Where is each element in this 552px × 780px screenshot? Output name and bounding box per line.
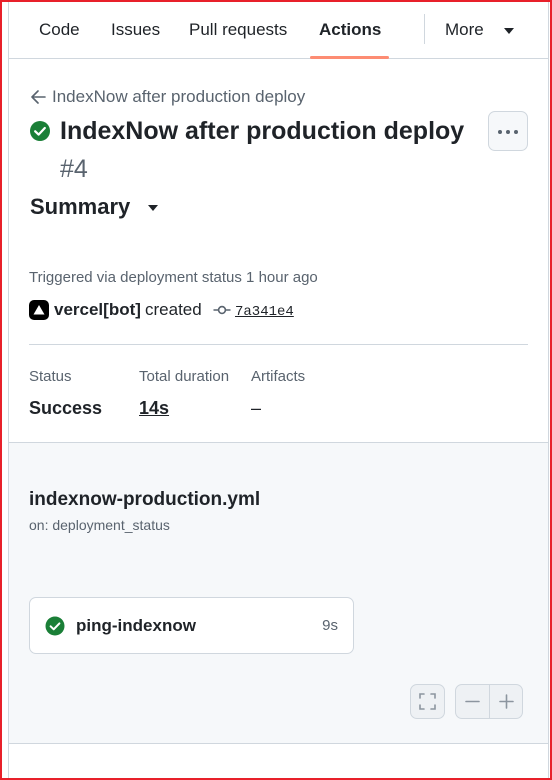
arrow-left-icon — [31, 90, 46, 104]
more-options-button[interactable] — [488, 111, 528, 151]
vercel-logo-icon — [33, 305, 45, 315]
summary-label: Summary — [30, 194, 131, 219]
tab-divider — [424, 14, 425, 44]
status-value: Success — [29, 398, 103, 418]
check-circle-fill-icon — [30, 121, 50, 141]
total-duration-link[interactable]: 14s — [139, 396, 169, 420]
actor-link[interactable]: vercel[bot] — [54, 298, 141, 322]
triangle-down-icon — [504, 27, 515, 34]
plus-icon — [499, 694, 514, 709]
vercel-avatar[interactable] — [29, 300, 49, 320]
commit-sha-link[interactable]: 7a341e4 — [235, 300, 294, 324]
dash-icon — [465, 700, 480, 703]
tab-more-label: More — [445, 20, 484, 39]
workflow-graph: indexnow-production.yml on: deployment_s… — [9, 442, 548, 744]
tab-more[interactable]: More — [445, 17, 515, 43]
trigger-description: Triggered via deployment status 1 hour a… — [29, 269, 318, 286]
artifacts-value: – — [251, 398, 262, 418]
active-tab-indicator — [310, 56, 389, 59]
check-circle-fill-icon — [45, 616, 65, 636]
zoom-in-button[interactable] — [490, 685, 523, 718]
divider — [29, 344, 528, 345]
artifacts-label: Artifacts — [251, 368, 306, 385]
triangle-down-icon — [148, 205, 159, 212]
tab-code[interactable]: Code — [39, 17, 80, 43]
total-duration-label: Total duration — [139, 368, 230, 385]
zoom-controls — [455, 684, 523, 719]
workflow-file-name: indexnow-production.yml — [29, 489, 261, 510]
status-label: Status — [29, 368, 72, 385]
job-name: ping-indexnow — [76, 616, 196, 635]
run-title: IndexNow after production deploy — [60, 117, 465, 145]
zoom-out-button[interactable] — [456, 685, 489, 718]
run-number: #4 — [60, 155, 88, 183]
job-card-ping-indexnow[interactable]: ping-indexnow 9s — [29, 597, 354, 654]
git-commit-icon — [213, 305, 231, 315]
tab-pull-requests[interactable]: Pull requests — [189, 17, 287, 43]
workflow-trigger-event: on: deployment_status — [29, 517, 170, 533]
kebab-dot — [506, 130, 510, 134]
tab-actions[interactable]: Actions — [319, 17, 381, 43]
repo-nav-tabs: Code Issues Pull requests Actions More — [9, 0, 548, 59]
trigger-action: created — [145, 300, 202, 319]
back-link-label: IndexNow after production deploy — [52, 87, 306, 106]
screen-full-icon — [419, 693, 436, 710]
kebab-horizontal-icon — [498, 130, 502, 134]
kebab-dot — [514, 130, 518, 134]
back-to-workflow-link[interactable]: IndexNow after production deploy — [31, 86, 305, 108]
tab-issues[interactable]: Issues — [111, 17, 160, 43]
fullscreen-button[interactable] — [410, 684, 445, 719]
job-duration: 9s — [322, 617, 338, 634]
summary-dropdown[interactable]: Summary — [30, 193, 159, 221]
actions-run-page: Code Issues Pull requests Actions More I… — [8, 0, 549, 780]
